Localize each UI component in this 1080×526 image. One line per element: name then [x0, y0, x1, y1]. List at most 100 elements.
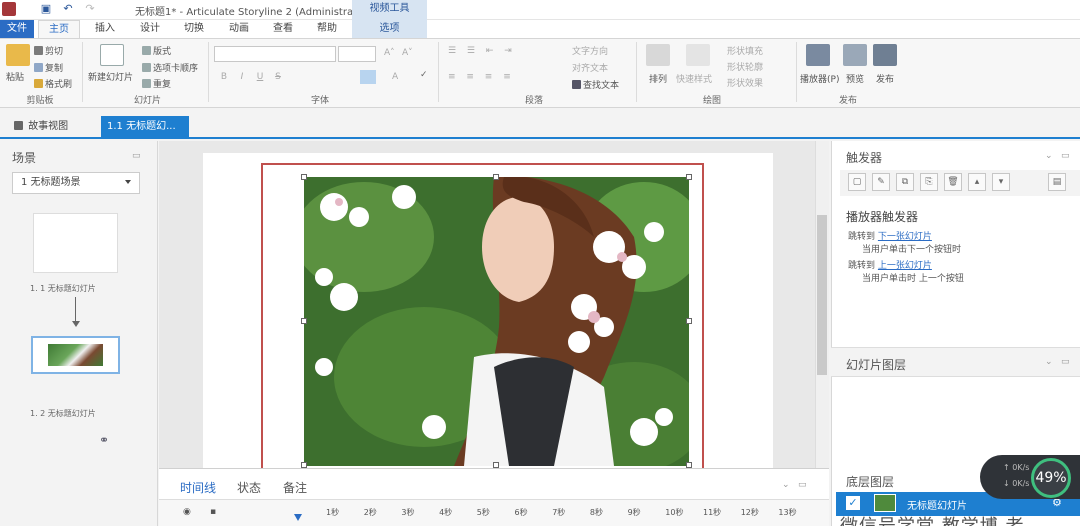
tab-options[interactable]: 选项 [352, 20, 427, 38]
preview-button[interactable]: 预览 [846, 72, 864, 85]
new-slide-icon[interactable] [100, 44, 124, 66]
trigger-item-next[interactable]: 跳转到 下一张幻灯片 [848, 229, 932, 242]
delete-trigger-icon[interactable]: 🗑 [944, 173, 962, 191]
tab-timeline[interactable]: 时间线 [180, 479, 216, 496]
font-size-select[interactable] [338, 46, 376, 62]
shape-effects-button[interactable]: 形状效果 [727, 76, 763, 89]
tab-home[interactable]: 主页 [38, 20, 80, 38]
timeline-ruler[interactable] [159, 499, 829, 526]
format-painter-button[interactable]: 格式刷 [34, 77, 72, 90]
resize-handle[interactable] [686, 174, 692, 180]
slide-photo[interactable] [304, 177, 689, 466]
cut-button[interactable]: 剪切 [34, 44, 63, 57]
player-button[interactable]: 播放器(P) [800, 72, 839, 85]
timeline-tick-label: 6秒 [514, 508, 528, 517]
new-slide-button[interactable]: 新建幻灯片 [88, 70, 133, 83]
resize-handle[interactable] [686, 318, 692, 324]
grow-font-icon[interactable]: A˄ [384, 48, 395, 58]
chevron-down-icon[interactable] [125, 180, 131, 184]
arrange-button[interactable]: 排列 [649, 72, 667, 85]
upload-speed: ↑ 0K/s [1003, 463, 1030, 472]
duplicate-button[interactable]: 重复 [142, 77, 171, 90]
pin-icon[interactable]: ▭ [1061, 151, 1070, 161]
flow-arrow-line [75, 297, 76, 323]
scrollbar-thumb[interactable] [817, 215, 827, 375]
tab-transitions[interactable]: 切换 [177, 20, 211, 38]
slide-thumbnail-2[interactable] [31, 336, 120, 374]
italic-button[interactable]: I [236, 72, 248, 82]
paste-trigger-icon[interactable]: ⎘ [920, 173, 938, 191]
trigger-target-link[interactable]: 上一张幻灯片 [878, 261, 932, 271]
font-family-select[interactable] [214, 46, 336, 62]
collapse-icon[interactable]: ⌄ [1045, 357, 1053, 367]
shrink-font-icon[interactable]: A˅ [402, 48, 413, 58]
resize-handle[interactable] [301, 174, 307, 180]
tab-active-slide[interactable]: 1.1 无标题幻... [101, 116, 189, 139]
publish-icon[interactable] [873, 44, 897, 66]
quick-styles-button[interactable]: 快速样式 [676, 72, 712, 85]
slide-thumbnail-1[interactable] [33, 213, 118, 273]
move-down-icon[interactable]: ▾ [992, 173, 1010, 191]
trigger-settings-icon[interactable]: ▤ [1048, 173, 1066, 191]
eye-icon[interactable]: ◉ [183, 507, 191, 517]
tab-animations[interactable]: 动画 [222, 20, 256, 38]
shape-outline-button[interactable]: 形状轮廓 [727, 60, 763, 73]
text-direction-button[interactable]: 文字方向 [572, 44, 608, 57]
scene-dropdown[interactable]: 1 无标题场景 [12, 172, 140, 194]
tab-states[interactable]: 状态 [237, 479, 261, 496]
player-icon[interactable] [806, 44, 830, 66]
collapse-icon[interactable]: ⌄ [782, 480, 790, 490]
tab-help[interactable]: 帮助 [310, 20, 344, 38]
pin-icon[interactable]: ▭ [798, 480, 807, 490]
move-up-icon[interactable]: ▴ [968, 173, 986, 191]
clear-format-icon[interactable]: ✓ [420, 70, 428, 80]
strikethrough-button[interactable]: S [272, 72, 284, 82]
shape-fill-button[interactable]: 形状填充 [727, 44, 763, 57]
save-icon[interactable]: ▣ [40, 3, 52, 15]
scenes-panel [0, 141, 158, 526]
collapse-icon[interactable]: ⌄ [1045, 151, 1053, 161]
edit-trigger-icon[interactable]: ✎ [872, 173, 890, 191]
cut-label: 剪切 [45, 47, 64, 57]
playhead[interactable] [294, 514, 302, 521]
tab-file[interactable]: 文件 [0, 20, 34, 38]
paste-icon[interactable] [6, 44, 30, 66]
copy-button[interactable]: 复制 [34, 61, 63, 74]
tab-insert[interactable]: 插入 [88, 20, 122, 38]
trigger-item-prev[interactable]: 跳转到 上一张幻灯片 [848, 258, 932, 271]
align-text-button[interactable]: 对齐文本 [572, 61, 608, 74]
underline-button[interactable]: U [254, 72, 266, 82]
layer-visibility-checkbox[interactable]: ✓ [846, 496, 860, 510]
resize-handle[interactable] [493, 174, 499, 180]
find-text-button[interactable]: 查找文本 [572, 78, 619, 91]
trigger-action: 跳转到 [848, 232, 876, 242]
copy-trigger-icon[interactable]: ⧉ [896, 173, 914, 191]
bold-button[interactable]: B [218, 72, 230, 82]
resize-handle[interactable] [301, 318, 307, 324]
align-icons[interactable]: ≡ ≡ ≡ ≡ [448, 72, 515, 82]
arrange-icon[interactable] [646, 44, 670, 66]
preview-icon[interactable] [843, 44, 867, 66]
timeline-tick-label: 7秒 [552, 508, 566, 517]
font-color-icon[interactable]: A [392, 72, 398, 82]
redo-icon[interactable]: ↷ [84, 3, 96, 15]
lock-icon[interactable]: ▪ [210, 507, 216, 517]
tab-order-button[interactable]: 选项卡顺序 [142, 61, 198, 74]
layout-button[interactable]: 版式 [142, 44, 171, 57]
trigger-target-link[interactable]: 下一张幻灯片 [878, 232, 932, 242]
tab-notes[interactable]: 备注 [283, 479, 307, 496]
undo-icon[interactable]: ↶ [62, 3, 74, 15]
tab-story-view[interactable]: 故事视图 [14, 117, 68, 132]
publish-button[interactable]: 发布 [876, 72, 894, 85]
highlight-icon[interactable] [360, 70, 376, 84]
quick-styles-icon[interactable] [686, 44, 710, 66]
pin-icon[interactable]: ▭ [1061, 357, 1070, 367]
pin-icon[interactable]: ▭ [132, 151, 141, 161]
tab-view[interactable]: 查看 [266, 20, 300, 38]
app-icon[interactable] [2, 2, 16, 16]
list-icons[interactable]: ☰ ☰ ⇤ ⇥ [448, 46, 516, 56]
paste-button[interactable]: 粘贴 [6, 70, 24, 83]
tab-design[interactable]: 设计 [133, 20, 167, 38]
new-trigger-icon[interactable]: ▢ [848, 173, 866, 191]
watermark-text: 微信号学堂 教学博 老 [840, 512, 1024, 526]
